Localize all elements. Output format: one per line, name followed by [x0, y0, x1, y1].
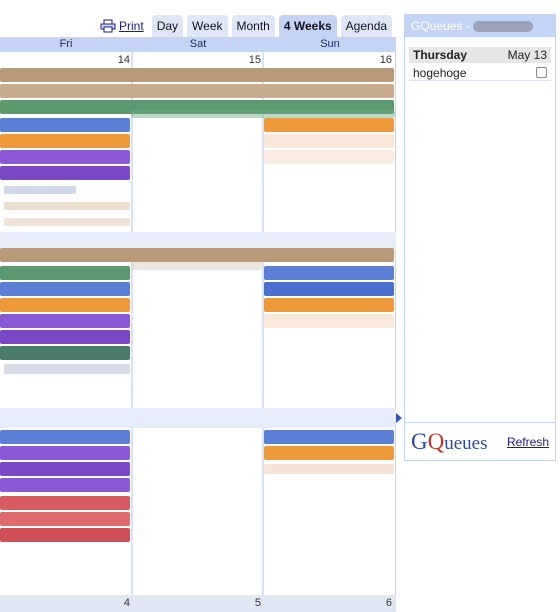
view-toolbar: Print Day Week Month 4 Weeks Agenda: [100, 14, 393, 38]
event-bar[interactable]: [4, 202, 130, 210]
tab-agenda[interactable]: Agenda: [340, 15, 393, 37]
event-bar[interactable]: [264, 134, 394, 148]
day-number[interactable]: 15: [131, 54, 261, 66]
event-bar[interactable]: [0, 478, 130, 492]
gqueues-logo: GQueues: [411, 428, 488, 454]
event-bar[interactable]: [4, 364, 130, 374]
week-separator: [0, 408, 402, 428]
app-root: Print Day Week Month 4 Weeks Agenda Fri …: [0, 0, 560, 612]
event-bar[interactable]: [0, 462, 130, 476]
event-bar[interactable]: [264, 464, 394, 474]
calendar-grid: Fri Sat Sun 14 15 16 4 5 6: [0, 37, 402, 612]
event-bar[interactable]: [0, 134, 130, 148]
event-bar[interactable]: [264, 430, 394, 444]
event-bar[interactable]: [264, 118, 394, 132]
event-bar[interactable]: [0, 430, 130, 444]
tab-week[interactable]: Week: [187, 15, 228, 37]
event-bar[interactable]: [264, 266, 394, 280]
day-number[interactable]: 16: [262, 54, 392, 66]
event-bar[interactable]: [0, 528, 130, 542]
event-bar[interactable]: [264, 150, 394, 164]
event-bar[interactable]: [0, 330, 130, 344]
print-label[interactable]: Print: [119, 19, 144, 33]
day-number[interactable]: 5: [131, 597, 261, 609]
event-bar[interactable]: [0, 166, 130, 180]
event-bar[interactable]: [4, 186, 76, 194]
day-label: Thursday: [413, 48, 468, 62]
day-header: Thursday May 13: [409, 47, 551, 63]
weekday-sun: Sun: [320, 38, 340, 50]
event-bar[interactable]: [0, 496, 130, 510]
column-divider: [131, 52, 133, 612]
refresh-link[interactable]: Refresh: [507, 435, 549, 449]
date-label: May 13: [507, 48, 547, 62]
tab-day[interactable]: Day: [151, 15, 184, 37]
task-name[interactable]: hogehoge: [413, 66, 466, 80]
week-footer-row: 4 5 6: [0, 595, 396, 612]
event-bar[interactable]: [0, 150, 130, 164]
gqueues-panel: GQueues - Thursday May 13 hogehoge GQueu…: [404, 14, 556, 461]
event-bar[interactable]: [0, 118, 130, 132]
event-bar[interactable]: [264, 314, 394, 328]
tab-4-weeks[interactable]: 4 Weeks: [278, 15, 337, 37]
panel-header: GQueues -: [405, 15, 555, 37]
event-bar[interactable]: [0, 346, 130, 360]
event-bar[interactable]: [264, 298, 394, 312]
event-bar[interactable]: [0, 446, 130, 460]
task-checkbox[interactable]: [536, 67, 547, 78]
printer-icon: [100, 19, 116, 33]
event-bar[interactable]: [0, 68, 394, 82]
event-bar[interactable]: [4, 218, 130, 226]
event-bar[interactable]: [0, 84, 394, 98]
day-number[interactable]: 14: [0, 54, 130, 66]
task-row[interactable]: hogehoge: [409, 65, 551, 81]
redacted-account: [472, 20, 533, 32]
event-bar[interactable]: [0, 248, 394, 262]
event-bar[interactable]: [0, 282, 130, 296]
event-bar[interactable]: [131, 262, 262, 270]
event-bar[interactable]: [264, 446, 394, 460]
print-link[interactable]: Print: [100, 19, 144, 33]
event-bar[interactable]: [0, 512, 130, 526]
weekday-fri: Fri: [59, 38, 73, 50]
day-number[interactable]: 6: [262, 597, 392, 609]
weekday-header: Fri Sat Sun: [0, 37, 396, 52]
calendar-body: 14 15 16 4 5 6: [0, 52, 402, 612]
event-bar[interactable]: [0, 314, 130, 328]
event-bar[interactable]: [0, 266, 130, 280]
tab-month[interactable]: Month: [231, 15, 275, 37]
event-bar[interactable]: [264, 282, 394, 296]
event-bar[interactable]: [131, 110, 395, 118]
panel-title: GQueues -: [411, 19, 470, 33]
day-number[interactable]: 4: [0, 597, 130, 609]
event-bar[interactable]: [0, 298, 130, 312]
chevron-right-icon[interactable]: [396, 413, 402, 423]
weekday-sat: Sat: [189, 38, 207, 50]
panel-footer: GQueues Refresh: [405, 422, 555, 460]
